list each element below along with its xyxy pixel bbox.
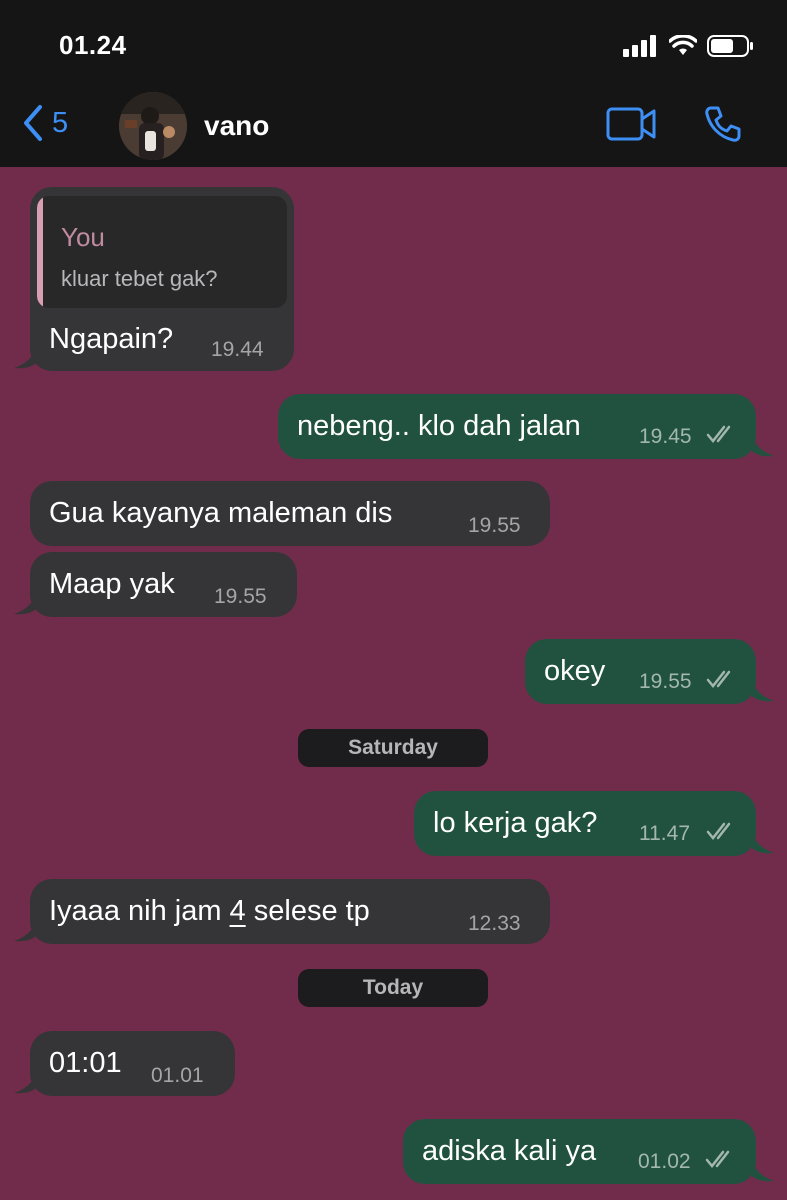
message-time: 19.55: [214, 585, 267, 608]
quote-accent-bar: [37, 196, 43, 308]
incoming-message[interactable]: You kluar tebet gak? Ngapain? 19.44: [30, 187, 294, 371]
message-text-part: Iyaaa nih jam: [49, 895, 230, 927]
bubble-tail: [752, 435, 774, 457]
chat-area[interactable]: You kluar tebet gak? Ngapain? 19.44 nebe…: [0, 167, 787, 1200]
message-text: Gua kayanya maleman dis: [49, 497, 393, 529]
bubble-tail: [14, 1072, 36, 1094]
read-receipt-icon: [706, 670, 731, 688]
voice-call-button[interactable]: [703, 104, 743, 149]
avatar-photo: [119, 92, 187, 160]
wifi-icon: [669, 35, 697, 55]
avatar[interactable]: [119, 92, 187, 160]
outgoing-message[interactable]: okey 19.55: [525, 639, 756, 704]
phone-call-icon: [705, 106, 741, 142]
incoming-message[interactable]: Iyaaa nih jam 4 selese tp 12.33: [30, 879, 550, 944]
outgoing-message[interactable]: lo kerja gak? 11.47: [414, 791, 756, 856]
message-text: Maap yak: [49, 568, 175, 600]
message-time: 11.47: [639, 822, 690, 845]
outgoing-message[interactable]: nebeng.. klo dah jalan 19.45: [278, 394, 756, 459]
message-text: lo kerja gak?: [433, 807, 598, 839]
message-time: 19.55: [639, 670, 692, 693]
bubble-tail: [14, 920, 36, 942]
message-time: 12.33: [468, 912, 521, 935]
date-separator: Saturday: [298, 729, 488, 767]
message-text: 01:01: [49, 1047, 122, 1079]
unread-count: 5: [52, 106, 69, 139]
message-time: 01.01: [151, 1064, 204, 1087]
quote-author: You: [61, 222, 105, 252]
bubble-tail: [14, 347, 36, 369]
message-text: Iyaaa nih jam 4 selese tp: [49, 895, 370, 928]
cellular-signal-icon: [623, 35, 656, 57]
message-text: Ngapain?: [49, 323, 174, 355]
bubble-tail: [14, 593, 36, 615]
message-text: nebeng.. klo dah jalan: [297, 410, 581, 442]
reply-quote[interactable]: You kluar tebet gak?: [37, 196, 287, 308]
message-text: adiska kali ya: [422, 1135, 597, 1167]
message-time: 19.44: [211, 338, 264, 361]
date-separator: Today: [298, 969, 488, 1007]
back-button[interactable]: 5: [22, 104, 68, 142]
outgoing-message[interactable]: adiska kali ya 01.02: [403, 1119, 756, 1184]
incoming-message[interactable]: 01:01 01.01: [30, 1031, 235, 1096]
message-text-part: selese tp: [245, 895, 370, 927]
top-bar: 01.24 5 vano: [0, 0, 787, 167]
message-time: 19.45: [639, 425, 692, 448]
bubble-tail: [752, 832, 774, 854]
battery-icon: [707, 35, 753, 57]
bubble-tail: [752, 680, 774, 702]
read-receipt-icon: [706, 425, 731, 443]
quote-text: kluar tebet gak?: [61, 266, 218, 291]
read-receipt-icon: [705, 1150, 730, 1168]
chevron-left-icon: [24, 105, 42, 141]
contact-name[interactable]: vano: [204, 110, 269, 142]
detected-number-link[interactable]: 4: [230, 895, 246, 927]
read-receipt-icon: [706, 822, 731, 840]
message-time: 19.55: [468, 514, 521, 537]
video-call-icon: [606, 107, 656, 141]
status-icons: [623, 34, 755, 58]
status-time: 01.24: [59, 30, 127, 60]
incoming-message[interactable]: Maap yak 19.55: [30, 552, 297, 617]
incoming-message[interactable]: Gua kayanya maleman dis 19.55: [30, 481, 550, 546]
message-text: okey: [544, 655, 606, 687]
message-time: 01.02: [638, 1150, 691, 1173]
video-call-button[interactable]: [606, 106, 658, 147]
bubble-tail: [752, 1160, 774, 1182]
